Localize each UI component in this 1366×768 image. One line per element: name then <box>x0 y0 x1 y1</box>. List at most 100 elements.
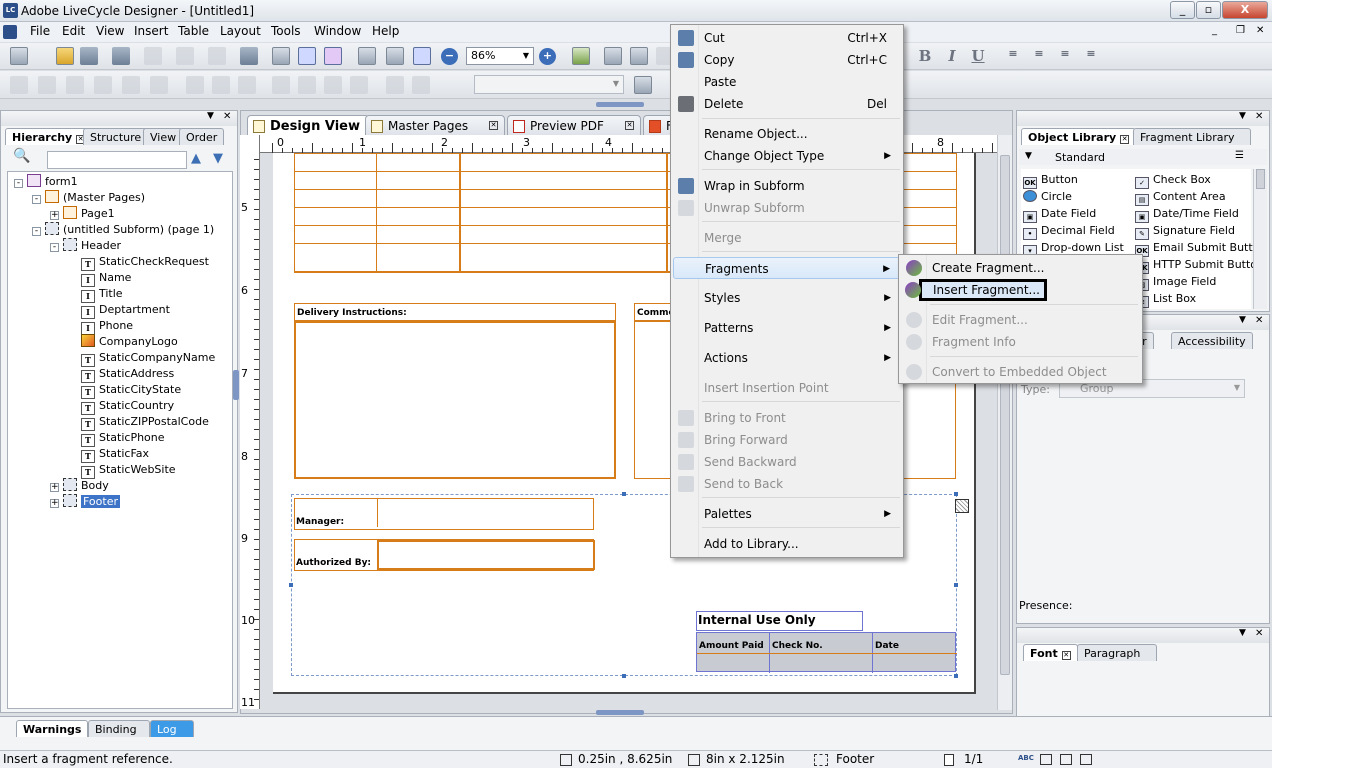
splitter-handle[interactable] <box>233 370 239 400</box>
menu-item-paste[interactable]: Paste <box>673 71 901 93</box>
menu-item-rename-object[interactable]: Rename Object... <box>673 123 901 145</box>
tab-preview-pdf[interactable]: Preview PDF ✕ <box>507 115 641 135</box>
menu-table[interactable]: Table <box>178 24 209 38</box>
menu-item-merge[interactable]: Merge <box>673 227 901 249</box>
arrow-up-icon[interactable]: ▲ <box>191 151 201 166</box>
menu-item-change-object-type[interactable]: Change Object Type ▶ <box>673 145 901 167</box>
group-icon[interactable] <box>350 76 368 94</box>
align-center-icon[interactable]: ≡ <box>1029 47 1049 65</box>
ungroup-icon[interactable] <box>386 76 404 94</box>
menu-item-palettes[interactable]: Palettes ▶ <box>673 503 901 525</box>
tree-node[interactable]: T StaticCheckRequest <box>68 254 209 271</box>
menu-tools[interactable]: Tools <box>271 24 301 38</box>
properties-icon[interactable] <box>630 47 648 65</box>
font-name-select[interactable]: ▼ <box>474 75 624 94</box>
authorized-by-field[interactable]: Authorized By: <box>294 539 595 571</box>
library-item[interactable]: ✓ Check Box <box>1135 173 1211 189</box>
snap-grid-icon[interactable] <box>298 47 316 65</box>
category-menu-icon[interactable]: ☰ <box>1235 150 1244 161</box>
tab-order[interactable]: Order <box>179 128 225 145</box>
scrollbar-thumb[interactable] <box>1000 155 1010 675</box>
zoom-select[interactable]: 86% ▼ <box>466 47 534 65</box>
menu-item-add-to-library[interactable]: Add to Library... <box>673 533 901 555</box>
tree-node[interactable]: + Page1 <box>50 206 115 222</box>
mdi-minimize-icon[interactable]: _ <box>1212 25 1217 36</box>
tab-paragraph[interactable]: Paragraph <box>1077 644 1157 661</box>
selection-handle[interactable] <box>622 492 626 496</box>
category-header[interactable]: ▼ Standard ☰ <box>1019 149 1267 165</box>
delivery-instructions-field[interactable] <box>294 321 616 479</box>
spell-check-icon[interactable] <box>604 47 622 65</box>
fit-height-icon[interactable] <box>386 47 404 65</box>
panel-menu-icon[interactable]: ▼ <box>207 111 214 121</box>
selection-handle[interactable] <box>289 583 293 587</box>
library-item[interactable]: Circle <box>1023 190 1072 203</box>
menu-view[interactable]: View <box>96 24 124 38</box>
distribute-down-icon[interactable] <box>212 76 230 94</box>
minimize-button[interactable]: _ <box>1170 1 1195 19</box>
align-vertical-center-icon[interactable] <box>122 76 140 94</box>
splitter-handle[interactable] <box>596 710 644 715</box>
tab-warnings[interactable]: Warnings <box>16 720 89 737</box>
tree-node[interactable]: CompanyLogo <box>68 334 178 350</box>
menu-edit[interactable]: Edit <box>62 24 85 38</box>
tree-node[interactable]: I Phone <box>68 318 133 335</box>
menu-item-copy[interactable]: Copy Ctrl+C <box>673 49 901 71</box>
selection-handle[interactable] <box>622 674 626 678</box>
panel-close-icon[interactable]: ✕ <box>223 111 231 122</box>
scrollbar-thumb[interactable] <box>1256 169 1265 189</box>
format-icon[interactable] <box>634 76 652 94</box>
library-item[interactable]: ▤ Content Area <box>1135 190 1226 206</box>
print-icon[interactable] <box>112 47 130 65</box>
menu-item-edit-fragment[interactable]: Edit Fragment... <box>901 309 1139 331</box>
panel-close-icon[interactable]: ✕ <box>1255 111 1263 122</box>
bold-icon[interactable]: B <box>915 47 935 65</box>
menu-item-bring-forward[interactable]: Bring Forward <box>673 429 901 451</box>
panel-close-icon[interactable]: ✕ <box>1255 315 1263 326</box>
tab-font[interactable]: Font ✕ <box>1023 644 1078 661</box>
search-icon[interactable]: 🔍 <box>13 148 30 164</box>
menu-item-delete[interactable]: Delete Del <box>673 93 901 115</box>
fit-page-icon[interactable] <box>358 47 376 65</box>
menu-item-patterns[interactable]: Patterns ▶ <box>673 317 901 339</box>
tree-node[interactable]: I Deptartment <box>68 302 170 319</box>
close-tab-icon[interactable]: ✕ <box>489 121 498 130</box>
zoom-in-icon[interactable]: + <box>539 48 556 65</box>
menu-item-convert-to-embedded-object[interactable]: Convert to Embedded Object <box>901 361 1139 383</box>
menu-item-unwrap-subform[interactable]: Unwrap Subform <box>673 197 901 219</box>
library-item[interactable]: • Decimal Field <box>1023 224 1115 240</box>
editor-vertical-scrollbar[interactable] <box>997 135 1012 710</box>
binoculars-icon[interactable] <box>240 47 258 65</box>
status-tool-icon[interactable] <box>1060 754 1072 765</box>
new-document-icon[interactable] <box>10 47 28 65</box>
menu-item-fragment-info[interactable]: Fragment Info <box>901 331 1139 353</box>
menu-layout[interactable]: Layout <box>220 24 261 38</box>
menu-file[interactable]: File <box>30 24 50 38</box>
tab-object-library[interactable]: Object Library ✕ <box>1021 128 1137 145</box>
make-same-size-icon[interactable] <box>324 76 342 94</box>
menu-window[interactable]: Window <box>314 24 361 38</box>
script-editor-icon[interactable] <box>572 47 590 65</box>
close-tab-icon[interactable]: ✕ <box>625 121 634 130</box>
object-boundaries-icon[interactable] <box>324 47 342 65</box>
tree-node[interactable]: T StaticCompanyName <box>68 350 215 367</box>
tree-node[interactable]: - Header <box>50 238 121 254</box>
align-bottom-edges-icon[interactable] <box>94 76 112 94</box>
splitter-handle[interactable] <box>596 102 644 107</box>
library-item[interactable]: ✎ Signature Field <box>1135 224 1235 240</box>
menu-help[interactable]: Help <box>372 24 399 38</box>
app-menu-icon[interactable] <box>3 25 17 39</box>
spell-check-status-icon[interactable]: ABC <box>1018 754 1034 762</box>
distribute-across-icon[interactable] <box>186 76 204 94</box>
tab-accessibility[interactable]: Accessibility <box>1171 332 1253 349</box>
make-same-height-icon[interactable] <box>298 76 316 94</box>
tree-node[interactable]: - (untitled Subform) (page 1) <box>32 222 214 238</box>
menu-item-actions[interactable]: Actions ▶ <box>673 347 901 369</box>
menu-item-fragments[interactable]: Fragments ▶ <box>673 257 901 279</box>
redo-icon[interactable] <box>208 47 226 65</box>
selection-handle[interactable] <box>954 674 958 678</box>
close-tab-icon[interactable]: ✕ <box>1120 135 1130 144</box>
selection-handle[interactable] <box>954 492 958 496</box>
menu-item-bring-to-front[interactable]: Bring to Front <box>673 407 901 429</box>
hierarchy-search-input[interactable] <box>47 151 187 169</box>
